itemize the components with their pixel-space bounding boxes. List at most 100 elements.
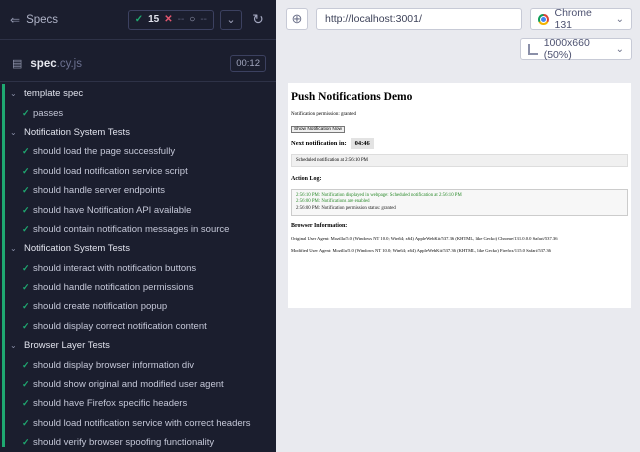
chevron-down-icon: ⌄: [226, 14, 236, 26]
test-row[interactable]: ✓ should show original and modified user …: [0, 375, 276, 394]
spec-file-name: spec: [30, 57, 57, 70]
suite-row[interactable]: ⌄ template spec: [0, 84, 276, 103]
suite-row[interactable]: ⌄ Notification System Tests: [0, 239, 276, 258]
suite-title: template spec: [24, 88, 84, 100]
test-title: should load the page successfully: [33, 146, 176, 158]
test-row[interactable]: ✓ should load notification service with c…: [0, 414, 276, 433]
log-entry: 2:56:00 PM: Notification permission stat…: [296, 205, 396, 211]
browser-name: Chrome 131: [554, 7, 592, 31]
check-icon: ✓: [22, 282, 30, 293]
test-row[interactable]: ✓ passes: [0, 103, 276, 122]
suite-title: Notification System Tests: [24, 126, 130, 138]
check-icon: ✓: [22, 417, 30, 428]
url-field[interactable]: http://localhost:3001/: [316, 8, 522, 30]
crosshair-icon: ⊕: [291, 11, 303, 26]
test-title: should handle notification permissions: [33, 282, 194, 294]
pending-circle-icon: ○: [189, 14, 196, 25]
test-row[interactable]: ✓ should have Firefox specific headers: [0, 394, 276, 413]
suite-title: Browser Layer Tests: [24, 340, 110, 352]
check-icon: ✓: [22, 437, 30, 448]
show-notification-button[interactable]: Show Notification Now: [291, 126, 345, 133]
spec-file-header[interactable]: ▤ spec .cy.js 00:12: [0, 46, 276, 82]
modified-user-agent: Modified User Agent: Mozilla/5.0 (Window…: [291, 248, 551, 254]
test-title: should display correct notification cont…: [33, 320, 207, 332]
test-tree: ⌄ template spec ✓ passes ⌄ Notification Syste…: [0, 82, 276, 452]
test-title: should create notification popup: [33, 301, 168, 313]
check-icon: ✓: [22, 146, 30, 157]
suite-title: Notification System Tests: [24, 243, 130, 255]
passed-check-icon: ✓: [134, 14, 144, 25]
passed-indicator-bar: [2, 84, 5, 447]
scheduled-notification: Scheduled notification at 2:56:10 PM: [291, 154, 628, 167]
chevron-down-button[interactable]: ⌄: [220, 9, 242, 30]
test-row[interactable]: ✓ should display browser information div: [0, 355, 276, 374]
chrome-icon: [538, 13, 549, 25]
test-row[interactable]: ✓ should handle notification permissions: [0, 278, 276, 297]
chevron-down-icon: ⌄: [10, 89, 17, 99]
viewport-selector[interactable]: 1000x660 (50%) ⌄: [520, 37, 632, 61]
runner-topbar: ⇐ Specs ✓ 15 ✕ -- ○ -- ⌄ ↻: [0, 0, 276, 40]
check-icon: ✓: [22, 165, 30, 176]
refresh-icon: ↻: [252, 11, 264, 27]
browser-selector[interactable]: Chrome 131 ⌄: [530, 7, 632, 31]
permission-status: Notification permission: granted: [291, 112, 356, 117]
page-title: Push Notifications Demo: [291, 91, 413, 103]
test-title: should contain notification messages in …: [33, 223, 230, 235]
app-under-test: Push Notifications Demo Notification per…: [288, 83, 631, 308]
check-icon: ✓: [22, 262, 30, 273]
test-row[interactable]: ✓ should load the page successfully: [0, 142, 276, 161]
countdown-timer: 04:46: [350, 138, 374, 149]
specs-label: Specs: [26, 13, 59, 26]
test-row[interactable]: ✓ should interact with notification butto…: [0, 259, 276, 278]
suite-row[interactable]: ⌄ Browser Layer Tests: [0, 336, 276, 355]
check-icon: ✓: [22, 379, 30, 390]
url-toolbar: ⊕ http://localhost:3001/ Chrome 131 ⌄: [286, 7, 632, 31]
run-stats: ✓ 15 ✕ -- ○ -- ⌄ ↻: [127, 9, 268, 30]
original-user-agent: Original User Agent: Mozilla/5.0 (Window…: [291, 236, 558, 242]
check-icon: ✓: [22, 204, 30, 215]
action-log: 2:56:10 PM: Notification displayed in we…: [291, 189, 628, 217]
check-icon: ✓: [22, 185, 30, 196]
viewport-size: 1000x660 (50%): [543, 37, 590, 61]
test-row[interactable]: ✓ should have Notification API available: [0, 200, 276, 219]
check-icon: ✓: [22, 320, 30, 331]
test-title: should have Firefox specific headers: [33, 398, 188, 410]
test-title: passes: [33, 107, 64, 119]
test-row[interactable]: ✓ should create notification popup: [0, 297, 276, 316]
test-row[interactable]: ✓ should load notification service script: [0, 162, 276, 181]
results-summary[interactable]: ✓ 15 ✕ -- ○ --: [127, 9, 214, 30]
test-row[interactable]: ✓ should handle server endpoints: [0, 181, 276, 200]
suite-row[interactable]: ⌄ Notification System Tests: [0, 123, 276, 142]
test-title: should handle server endpoints: [33, 185, 166, 197]
chevron-down-icon: ⌄: [10, 127, 17, 137]
chevron-down-icon: ⌄: [615, 43, 624, 55]
failed-count: --: [177, 14, 185, 25]
test-row[interactable]: ✓ should contain notification messages in…: [0, 220, 276, 239]
failed-x-icon: ✕: [164, 14, 173, 25]
next-notification: Next notification in: 04:46: [291, 138, 628, 149]
specs-list-icon: ⇐: [10, 12, 21, 27]
test-row[interactable]: ✓ should verify browser spoofing function…: [0, 433, 276, 452]
check-icon: ✓: [22, 398, 30, 409]
test-title: should load notification service script: [33, 165, 188, 177]
test-title: should display browser information div: [33, 359, 195, 371]
check-icon: ✓: [22, 301, 30, 312]
spec-file-ext: .cy.js: [56, 57, 82, 70]
next-label: Next notification in:: [291, 140, 347, 147]
chevron-down-icon: ⌄: [615, 13, 624, 25]
chevron-down-icon: ⌄: [10, 341, 17, 351]
pending-count: --: [200, 14, 207, 25]
test-title: should verify browser spoofing functiona…: [33, 437, 215, 449]
test-row[interactable]: ✓ should display correct notification con…: [0, 317, 276, 336]
document-icon: ▤: [12, 58, 23, 70]
runner-panel: ⇐ Specs ✓ 15 ✕ -- ○ -- ⌄ ↻ ▤ spec .cy.js…: [0, 0, 276, 452]
chevron-down-icon: ⌄: [10, 244, 17, 254]
test-title: should have Notification API available: [33, 204, 192, 216]
check-icon: ✓: [22, 107, 30, 118]
rerun-button[interactable]: ↻: [248, 10, 268, 30]
check-icon: ✓: [22, 359, 30, 370]
selector-playground-button[interactable]: ⊕: [286, 8, 308, 30]
viewport-icon: [528, 43, 538, 55]
check-icon: ✓: [22, 223, 30, 234]
specs-link[interactable]: ⇐ Specs: [10, 13, 58, 27]
